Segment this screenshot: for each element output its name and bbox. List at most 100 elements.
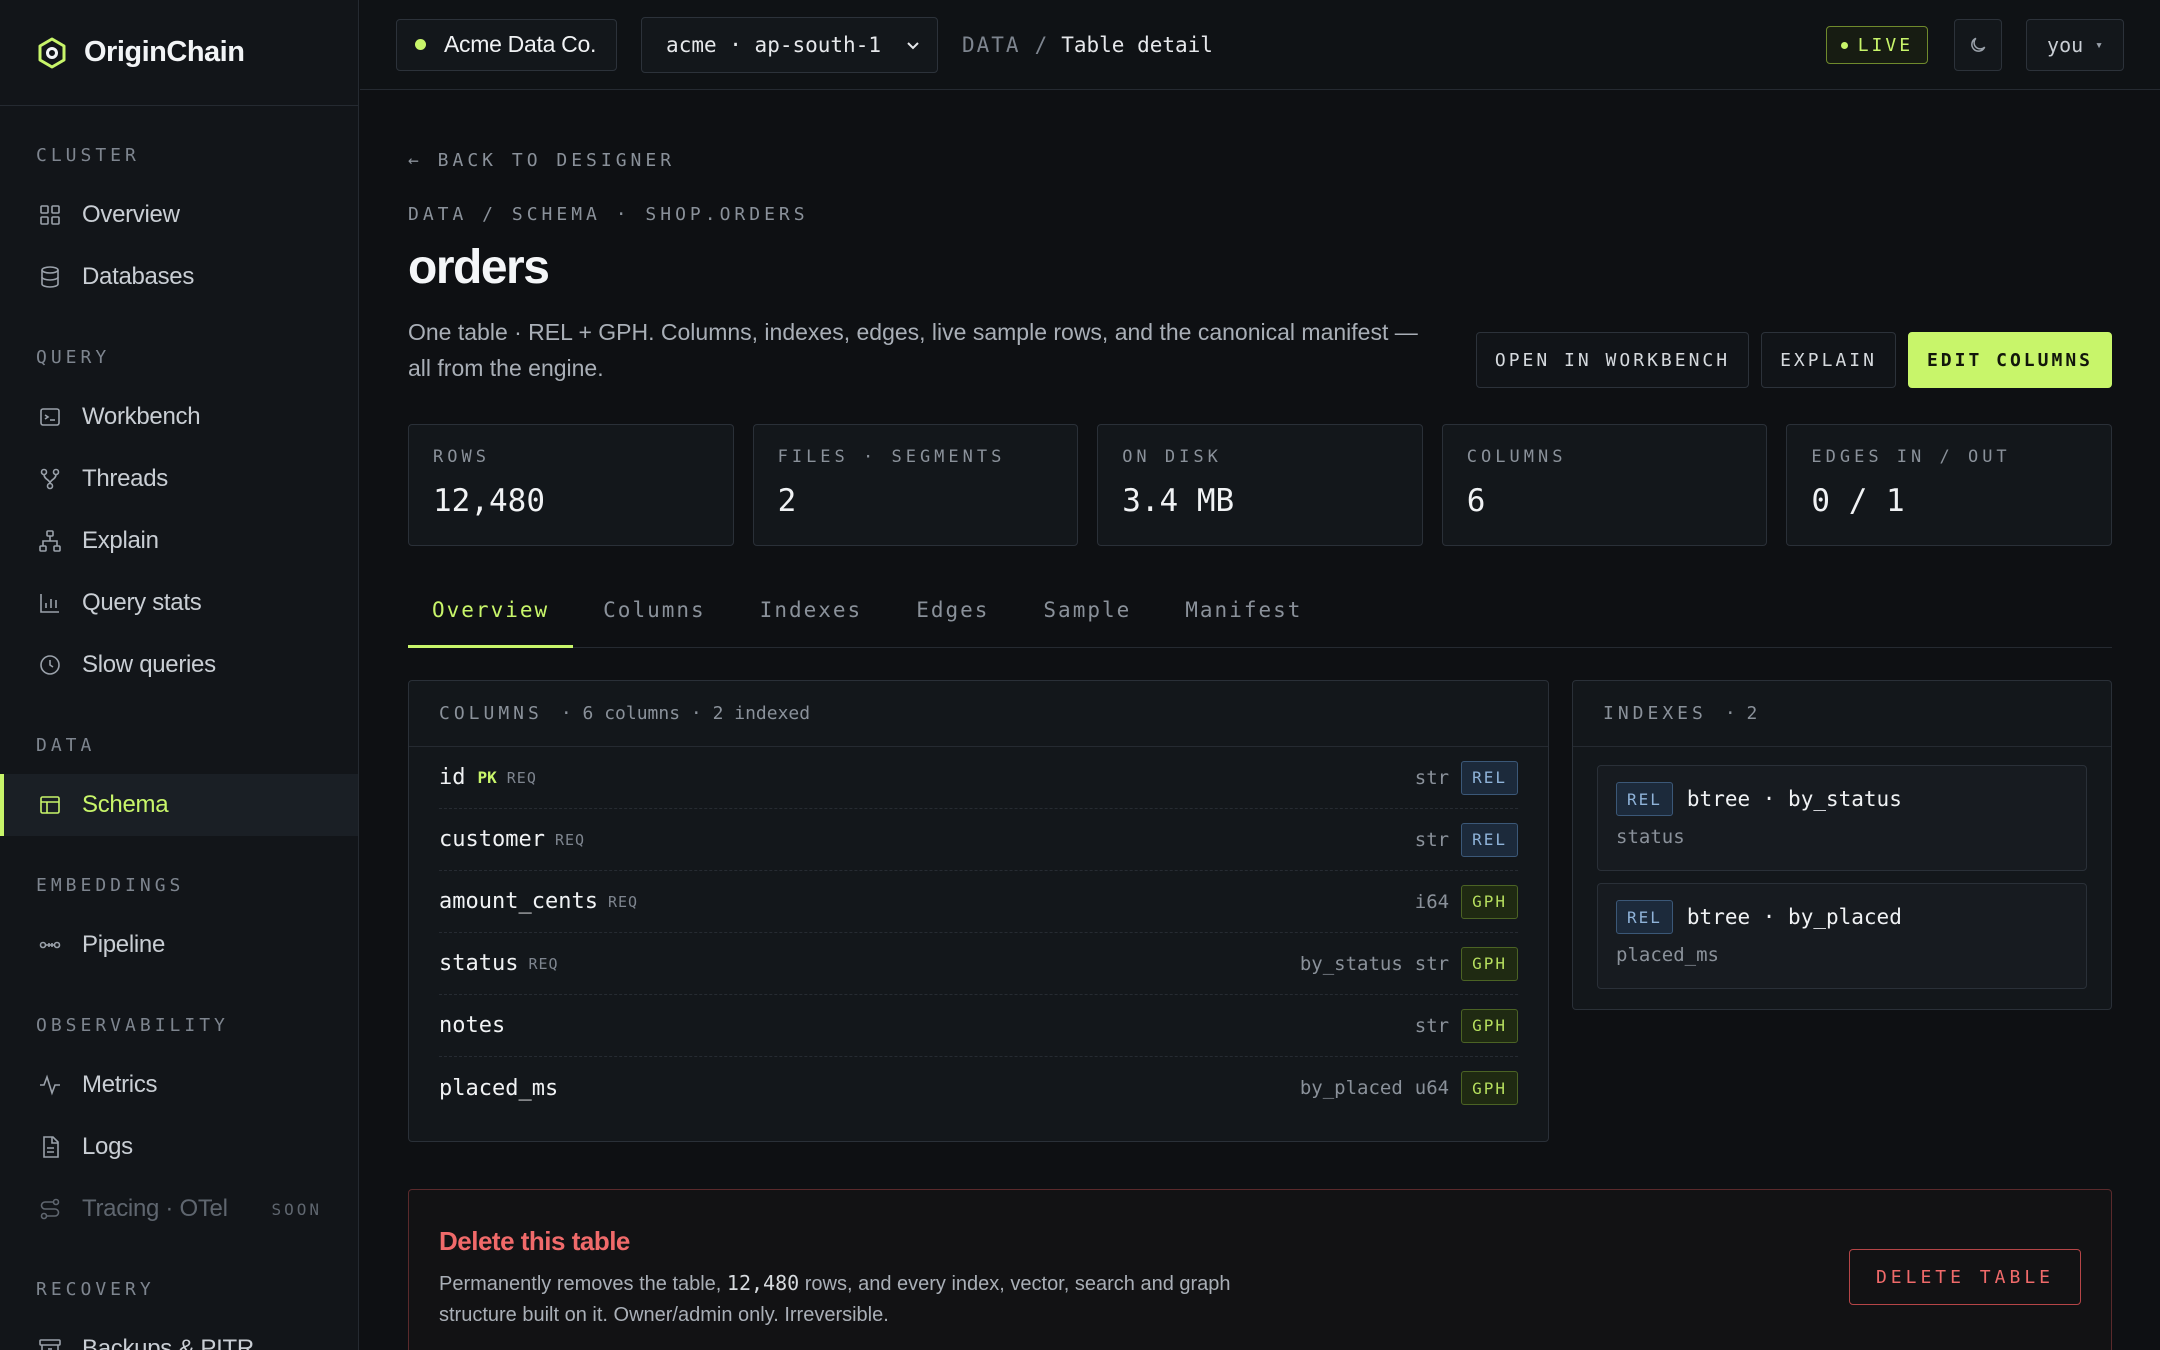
nav-heading: RECOVERY bbox=[36, 1279, 155, 1300]
nav-heading: QUERY bbox=[36, 347, 111, 368]
column-row[interactable]: status REQ by_status str GPH bbox=[439, 933, 1518, 995]
grid-icon bbox=[38, 203, 62, 227]
file-icon bbox=[38, 1135, 62, 1159]
sidebar-item-workbench[interactable]: Workbench bbox=[0, 386, 358, 448]
column-name: notes bbox=[439, 1013, 506, 1038]
column-meta: by_placed u64 GPH bbox=[1300, 1071, 1518, 1105]
stats-row: ROWS 12,480 FILES · SEGMENTS 2 ON DISK 3… bbox=[408, 424, 2112, 546]
sidebar-item-query-stats[interactable]: Query stats bbox=[0, 572, 358, 634]
sidebar-item-label: Logs bbox=[82, 1133, 133, 1160]
column-meta: str REL bbox=[1415, 822, 1518, 857]
org-status-dot bbox=[415, 39, 426, 50]
storage-tag: REL bbox=[1461, 822, 1518, 857]
tab-indexes[interactable]: Indexes bbox=[736, 586, 887, 648]
back-to-designer-link[interactable]: ← BACK TO DESIGNER bbox=[408, 150, 675, 171]
tree-icon bbox=[38, 529, 62, 553]
panel-header: COLUMNS · 6 columns · 2 indexed bbox=[409, 681, 1548, 747]
stat-value: 2 bbox=[777, 483, 797, 519]
caret-down-icon: ▾ bbox=[2095, 37, 2103, 53]
sidebar-item-label: Workbench bbox=[82, 403, 201, 430]
index-card[interactable]: REL btree · by_status status bbox=[1597, 765, 2087, 871]
column-row[interactable]: placed_ms by_placed u64 GPH bbox=[439, 1057, 1518, 1119]
tab-overview[interactable]: Overview bbox=[408, 586, 574, 648]
storage-tag: REL bbox=[1461, 760, 1518, 795]
open-in-workbench-button[interactable]: OPEN IN WORKBENCH bbox=[1475, 332, 1750, 388]
danger-desc-part: Permanently removes the table, bbox=[439, 1273, 727, 1295]
panel-summary: · 2 bbox=[1724, 703, 1758, 724]
column-name: status bbox=[439, 951, 519, 976]
explain-button[interactable]: EXPLAIN bbox=[1761, 332, 1896, 388]
storage-tag: GPH bbox=[1461, 1071, 1518, 1105]
sidebar-item-metrics[interactable]: Metrics bbox=[0, 1054, 358, 1116]
storage-tag: GPH bbox=[1461, 884, 1518, 919]
danger-description: Permanently removes the table, 12,480 ro… bbox=[439, 1268, 1299, 1331]
brand-name: OriginChain bbox=[84, 36, 245, 68]
sidebar-item-pipeline[interactable]: Pipeline bbox=[0, 914, 358, 976]
database-icon bbox=[38, 265, 62, 289]
topbar-right: LIVE you ▾ bbox=[1825, 0, 2124, 90]
stat-card-edges: EDGES IN / OUT 0 / 1 bbox=[1786, 424, 2112, 546]
column-row[interactable]: customer REQ str REL bbox=[439, 809, 1518, 871]
tab-sample[interactable]: Sample bbox=[1019, 586, 1155, 648]
nav-heading: CLUSTER bbox=[36, 145, 140, 166]
breadcrumb-section[interactable]: DATA bbox=[962, 33, 1021, 57]
env-select[interactable]: acme · ap-south-1 bbox=[641, 16, 938, 73]
tab-edges[interactable]: Edges bbox=[892, 586, 1013, 648]
theme-toggle-button[interactable] bbox=[1954, 19, 2003, 71]
index-card[interactable]: REL btree · by_placed placed_ms bbox=[1597, 883, 2087, 989]
sidebar-item-explain[interactable]: Explain bbox=[0, 510, 358, 572]
route-icon bbox=[38, 1197, 62, 1221]
stat-value: 3.4 MB bbox=[1122, 483, 1235, 519]
tab-columns[interactable]: Columns bbox=[579, 586, 730, 648]
stat-card-columns: COLUMNS 6 bbox=[1441, 424, 1768, 546]
org-switcher[interactable]: Acme Data Co. bbox=[396, 18, 618, 71]
stat-card-disk: ON DISK 3.4 MB bbox=[1097, 424, 1423, 546]
stat-value: 6 bbox=[1466, 483, 1486, 519]
index-column: status bbox=[1616, 826, 1685, 848]
sidebar-item-label: Metrics bbox=[82, 1071, 158, 1098]
moon-icon bbox=[1971, 37, 1986, 52]
sidebar-item-slow-queries[interactable]: Slow queries bbox=[0, 634, 358, 696]
user-name: you bbox=[2047, 33, 2084, 57]
column-row[interactable]: id PK REQ str REL bbox=[439, 747, 1518, 809]
nav-heading: OBSERVABILITY bbox=[36, 1015, 229, 1036]
breadcrumb: DATA / Table detail bbox=[962, 33, 1213, 57]
column-row[interactable]: amount_cents REQ i64 GPH bbox=[439, 871, 1518, 933]
danger-title: Delete this table bbox=[439, 1226, 630, 1256]
sidebar-item-backups[interactable]: Backups & PITR bbox=[0, 1318, 358, 1350]
delete-table-button[interactable]: DELETE TABLE bbox=[1848, 1249, 2081, 1305]
sidebar-item-overview[interactable]: Overview bbox=[0, 184, 358, 246]
index-card-header: REL btree · by_placed bbox=[1616, 900, 2068, 934]
column-name: customer bbox=[439, 827, 545, 852]
sidebar-item-databases[interactable]: Databases bbox=[0, 246, 358, 308]
brand[interactable]: OriginChain bbox=[0, 0, 358, 106]
nav-section-recovery: RECOVERY Backups & PITR bbox=[0, 1240, 358, 1350]
sidebar-item-label: Backups & PITR bbox=[82, 1335, 254, 1350]
nav-section-data: DATA Schema bbox=[0, 696, 358, 836]
sidebar-item-logs[interactable]: Logs bbox=[0, 1116, 358, 1178]
stat-label: EDGES IN / OUT bbox=[1811, 447, 2011, 467]
panel-title: INDEXES bbox=[1603, 703, 1707, 724]
nav-heading: EMBEDDINGS bbox=[36, 875, 185, 896]
tab-manifest[interactable]: Manifest bbox=[1161, 586, 1326, 648]
soon-badge: SOON bbox=[271, 1199, 322, 1219]
breadcrumb-separator: / bbox=[1034, 32, 1048, 57]
clock-icon bbox=[38, 653, 62, 677]
pulse-icon bbox=[38, 1073, 62, 1097]
sidebar-item-label: Explain bbox=[82, 527, 159, 554]
sidebar-item-schema[interactable]: Schema bbox=[0, 774, 358, 836]
sidebar-item-threads[interactable]: Threads bbox=[0, 448, 358, 510]
table-path: DATA / SCHEMA · SHOP.ORDERS bbox=[408, 204, 809, 225]
sidebar: OriginChain CLUSTER Overview Databases Q… bbox=[0, 0, 359, 1350]
primary-key-badge: PK bbox=[477, 768, 497, 787]
indexes-panel: INDEXES · 2 REL btree · by_status status… bbox=[1572, 680, 2112, 1010]
stat-card-rows: ROWS 12,480 bbox=[408, 424, 734, 546]
page-description: One table · REL + GPH. Columns, indexes,… bbox=[408, 319, 1418, 381]
panel-header: INDEXES · 2 bbox=[1573, 681, 2111, 747]
column-type: str bbox=[1414, 766, 1450, 789]
user-menu-button[interactable]: you ▾ bbox=[2026, 19, 2124, 71]
edit-columns-button[interactable]: EDIT COLUMNS bbox=[1907, 332, 2112, 388]
danger-row-count: 12,480 bbox=[726, 1271, 800, 1295]
column-row[interactable]: notes str GPH bbox=[439, 995, 1518, 1057]
column-index-name: by_status bbox=[1299, 952, 1403, 975]
